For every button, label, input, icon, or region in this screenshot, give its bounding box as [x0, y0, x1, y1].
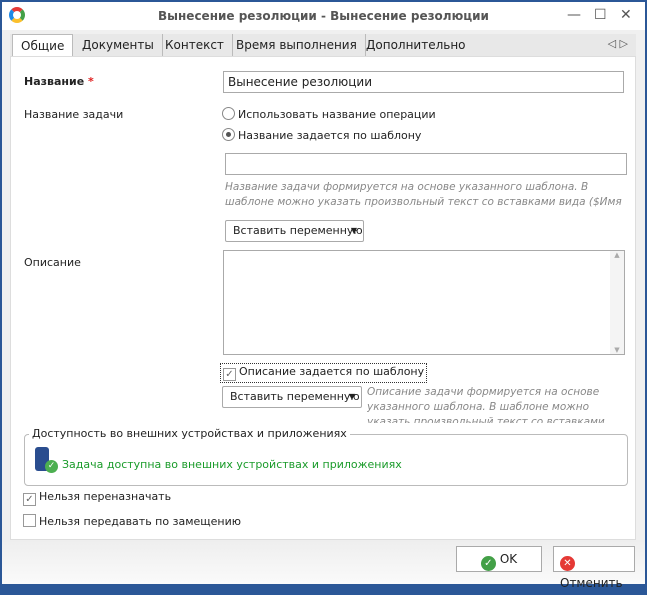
cancel-button[interactable]: ✕Отменить: [553, 546, 635, 590]
description-textarea[interactable]: ▲ ▼: [223, 250, 625, 355]
insert-variable-dropdown[interactable]: Вставить переменную ▼: [225, 220, 364, 242]
dialog-window: Вынесение резолюции - Вынесение резолюци…: [2, 2, 645, 590]
name-label: Название *: [24, 75, 94, 88]
name-input[interactable]: Вынесение резолюции: [223, 71, 624, 93]
description-hint: Описание задачи формируется на основе ук…: [367, 386, 605, 423]
availability-group: Доступность во внешних устройствах и при…: [24, 427, 628, 486]
radio-use-operation-name[interactable]: Использовать название операции: [222, 107, 436, 121]
dialog-footer: ✓ OK ✕Отменить: [2, 540, 645, 590]
minimize-button[interactable]: —: [567, 7, 581, 23]
tab-context[interactable]: Контекст: [157, 34, 233, 56]
no-reassign-checkbox[interactable]: ✓ Нельзя переназначать: [23, 490, 171, 506]
desc-template-checkbox[interactable]: ✓ Описание задается по шаблону: [220, 363, 428, 383]
tab-scroll-arrows[interactable]: ◁ ▷: [608, 37, 628, 50]
tab-strip: Общие Документы Контекст Время выполнени…: [10, 34, 636, 57]
task-template-input[interactable]: [225, 153, 627, 175]
insert-variable-dropdown-2[interactable]: Вставить переменную ▼: [222, 386, 362, 408]
task-name-hint: Название задачи формируется на основе ук…: [225, 181, 622, 208]
tab-documents[interactable]: Документы: [74, 34, 163, 56]
close-button[interactable]: ✕: [620, 7, 632, 23]
ok-check-icon: ✓: [480, 556, 496, 571]
cancel-x-icon: ✕: [560, 556, 575, 571]
general-panel: Название * Вынесение резолюции Название …: [10, 56, 636, 540]
no-substitute-checkbox[interactable]: Нельзя передавать по замещению: [23, 514, 241, 528]
ok-button[interactable]: ✓ OK: [456, 546, 542, 572]
title-bar: Вынесение резолюции - Вынесение резолюци…: [2, 2, 645, 30]
availability-group-title: Доступность во внешних устройствах и при…: [29, 427, 350, 440]
description-scrollbar[interactable]: ▲ ▼: [610, 251, 624, 354]
tab-execution-time[interactable]: Время выполнения: [228, 34, 366, 56]
maximize-button[interactable]: ☐: [594, 7, 607, 23]
tab-general[interactable]: Общие: [12, 34, 74, 57]
availability-text: Задача доступна во внешних устройствах и…: [62, 458, 402, 471]
task-name-label: Название задачи: [24, 108, 124, 121]
window-title: Вынесение резолюции - Вынесение резолюци…: [158, 9, 489, 23]
check-badge-icon: ✓: [45, 460, 58, 473]
radio-name-by-template[interactable]: Название задается по шаблону: [222, 128, 421, 142]
description-label: Описание: [24, 256, 81, 269]
tab-additional[interactable]: Дополнительно: [358, 34, 474, 56]
